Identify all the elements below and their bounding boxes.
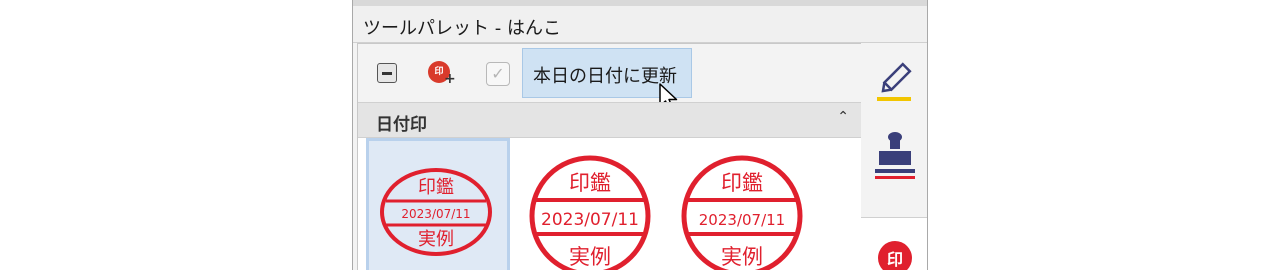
stamp-bottom-text: 実例 (569, 245, 611, 269)
stamp-grid: 印鑑 2023/07/11 実例 印鑑 2023/07/11 実例 印鑑 202… (358, 138, 861, 270)
stamp-item-3[interactable]: 印鑑 2023/07/11 実例 (670, 138, 814, 270)
date-stamp-circle: 印鑑 2023/07/11 実例 (529, 155, 651, 270)
date-stamp-section-header[interactable]: 日付印 ⌃ (358, 102, 861, 138)
tool-palette-window: ツールパレット - はんこ 印 + ✓ 本日の日付に更新 日付印 ⌃ 印鑑 20… (352, 0, 928, 270)
collapse-box-icon (377, 63, 397, 83)
stamp-top-text: 印鑑 (721, 171, 763, 195)
stamp-top-text: 印鑑 (418, 177, 454, 198)
chevron-up-icon[interactable]: ⌃ (837, 109, 849, 125)
update-to-today-label: 本日の日付に更新 (533, 66, 677, 87)
seal-glyph: 印 (887, 250, 903, 269)
checkbox-icon: ✓ (486, 62, 510, 86)
side-tab-pen[interactable] (861, 43, 927, 113)
plus-icon: + (444, 71, 456, 87)
stamp-date-text: 2023/07/11 (699, 211, 785, 229)
stamp-bottom-text: 実例 (418, 229, 454, 250)
pen-icon (877, 62, 912, 101)
title-bar[interactable]: ツールパレット - はんこ (353, 6, 927, 43)
side-tab-bar: 印 (861, 43, 927, 270)
stamp-date-text: 2023/07/11 (541, 210, 639, 230)
seal-icon: 印 (878, 241, 912, 270)
section-title: 日付印 (376, 115, 427, 135)
checkbox-button[interactable]: ✓ (482, 58, 512, 88)
stamp-bottom-text: 実例 (721, 245, 763, 269)
window-title: ツールパレット - はんこ (363, 18, 561, 39)
side-tab-seal[interactable]: 印 (861, 217, 927, 270)
stamp-item-1[interactable]: 印鑑 2023/07/11 実例 (366, 138, 510, 270)
stamp-top-text: 印鑑 (569, 171, 611, 195)
stamp-date-text: 2023/07/11 (401, 207, 470, 221)
add-stamp-button[interactable]: 印 + (426, 58, 456, 88)
date-stamp-oval: 印鑑 2023/07/11 実例 (380, 168, 492, 256)
side-tab-stamp[interactable] (861, 123, 927, 193)
collapse-button[interactable] (372, 58, 402, 88)
toolbar: 印 + ✓ 本日の日付に更新 (358, 44, 861, 111)
stamp-item-2[interactable]: 印鑑 2023/07/11 実例 (518, 138, 662, 270)
stamp-panel: 印 + ✓ 本日の日付に更新 日付印 ⌃ 印鑑 2023/07/11 実例 印鑑… (357, 43, 861, 270)
date-stamp-circle: 印鑑 2023/07/11 実例 (681, 155, 803, 270)
stamp-icon (875, 132, 915, 179)
